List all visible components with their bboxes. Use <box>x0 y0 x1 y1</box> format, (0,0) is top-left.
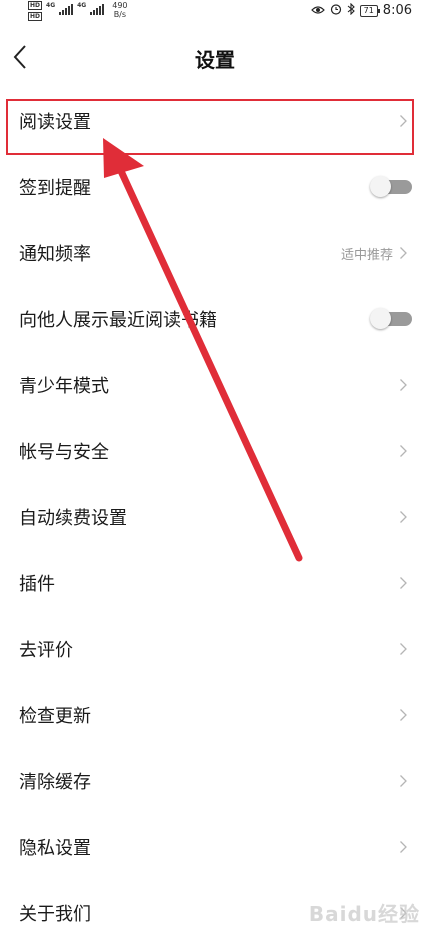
bluetooth-icon <box>347 2 355 18</box>
settings-row-label: 自动续费设置 <box>19 508 127 529</box>
settings-row-label: 帐号与安全 <box>19 442 109 463</box>
settings-row-control <box>399 378 408 392</box>
chevron-right-icon <box>399 840 408 854</box>
settings-row[interactable]: 自动续费设置 <box>0 484 430 550</box>
settings-row-control <box>399 642 408 656</box>
toggle-knob <box>370 308 391 329</box>
settings-row-label: 去评价 <box>19 640 73 661</box>
settings-row-control <box>399 114 408 128</box>
settings-row[interactable]: 检查更新 <box>0 682 430 748</box>
hd-indicators: HD HD <box>28 1 43 21</box>
status-bar: HD HD 4G 4G 490 B/s 71 8:06 <box>0 0 430 24</box>
chevron-right-icon <box>399 246 408 260</box>
settings-row-label: 青少年模式 <box>19 376 109 397</box>
settings-row[interactable]: 帐号与安全 <box>0 418 430 484</box>
toggle-knob <box>370 176 391 197</box>
hd-badge: HD <box>28 12 43 21</box>
settings-row-label: 隐私设置 <box>19 838 91 859</box>
app-header: 设置 <box>0 28 430 88</box>
chevron-right-icon <box>399 114 408 128</box>
settings-row-control <box>399 510 408 524</box>
settings-row-label: 关于我们 <box>19 904 91 925</box>
clock: 8:06 <box>382 3 412 18</box>
settings-row-label: 阅读设置 <box>19 112 91 133</box>
network-speed-value: 490 <box>112 1 128 10</box>
watermark: Baidu经验 <box>308 902 420 926</box>
network-speed: 490 B/s <box>112 1 127 19</box>
settings-row[interactable]: 清除缓存 <box>0 748 430 814</box>
settings-row-label: 检查更新 <box>19 706 91 727</box>
settings-row[interactable]: 青少年模式 <box>0 352 430 418</box>
chevron-right-icon <box>399 510 408 524</box>
eye-icon <box>310 4 325 18</box>
chevron-right-icon <box>399 378 408 392</box>
chevron-right-icon <box>399 774 408 788</box>
chevron-right-icon <box>399 708 408 722</box>
toggle-switch[interactable] <box>370 308 412 329</box>
settings-row-label: 签到提醒 <box>19 178 91 199</box>
status-left: HD HD 4G 4G 490 B/s <box>28 1 128 21</box>
settings-row-control <box>399 444 408 458</box>
network-speed-unit: B/s <box>113 10 127 19</box>
settings-row-control <box>368 308 412 329</box>
settings-row[interactable]: 插件 <box>0 550 430 616</box>
status-right: 71 8:06 <box>310 2 412 18</box>
settings-list: 阅读设置签到提醒通知频率 适中推荐向他人展示最近阅读书籍 青少年模式帐号与安全自动续… <box>0 88 430 946</box>
signal-icon <box>90 3 105 15</box>
network-type: 4G <box>77 2 87 9</box>
settings-row-control <box>399 576 408 590</box>
settings-row[interactable]: 签到提醒 <box>0 154 430 220</box>
settings-row[interactable]: 通知频率 适中推荐 <box>0 220 430 286</box>
settings-row-label: 向他人展示最近阅读书籍 <box>19 310 217 331</box>
toggle-switch[interactable] <box>370 176 412 197</box>
settings-row[interactable]: 隐私设置 <box>0 814 430 880</box>
settings-row-label: 通知频率 <box>19 244 91 265</box>
settings-row[interactable]: 阅读设置 <box>0 88 430 154</box>
chevron-right-icon <box>399 444 408 458</box>
settings-row-label: 清除缓存 <box>19 772 91 793</box>
settings-row-control <box>399 774 408 788</box>
settings-row-control <box>368 176 412 197</box>
settings-row[interactable]: 去评价 <box>0 616 430 682</box>
settings-row-control: 适中推荐 <box>341 244 408 263</box>
chevron-right-icon <box>399 642 408 656</box>
settings-row-label: 插件 <box>19 574 55 595</box>
signal-icon <box>59 3 74 15</box>
hd-badge: HD <box>28 1 43 10</box>
settings-row-control <box>399 840 408 854</box>
network-type: 4G <box>46 2 56 9</box>
battery-icon: 71 <box>359 4 381 17</box>
chevron-right-icon <box>399 576 408 590</box>
settings-row-control <box>399 708 408 722</box>
settings-row-value: 适中推荐 <box>340 247 393 263</box>
settings-row[interactable]: 向他人展示最近阅读书籍 <box>0 286 430 352</box>
page-title: 设置 <box>195 48 235 72</box>
alarm-icon <box>330 3 342 18</box>
